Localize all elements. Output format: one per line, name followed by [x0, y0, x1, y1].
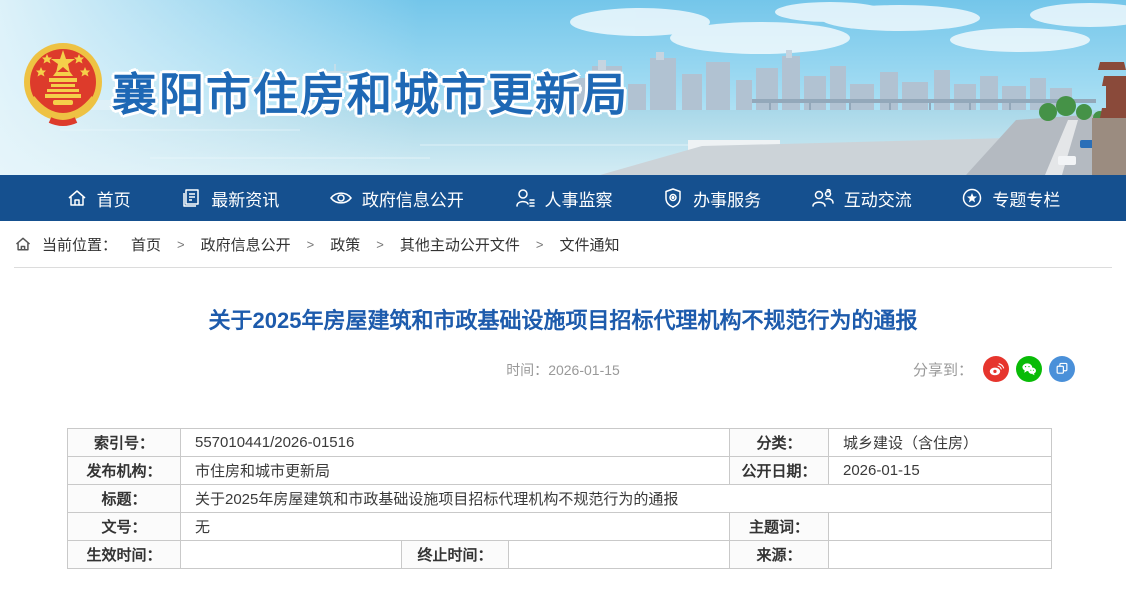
issuing-agency-label: 发布机构： — [68, 457, 181, 485]
effective-date-value — [181, 541, 402, 569]
shield-icon — [662, 187, 684, 209]
doc-title-value: 关于2025年房屋建筑和市政基础设施项目招标代理机构不规范行为的通报 — [181, 485, 1052, 513]
index-number-label: 索引号： — [68, 429, 181, 457]
end-date-value — [509, 541, 730, 569]
person-icon — [514, 187, 536, 209]
table-row: 发布机构： 市住房和城市更新局 公开日期： 2026-01-15 — [68, 457, 1052, 485]
source-value — [829, 541, 1052, 569]
share-box: 分享到： — [913, 356, 1075, 382]
breadcrumb-item-file-notice[interactable]: 文件通知 — [559, 234, 619, 255]
category-value: 城乡建设（含住房） — [829, 429, 1052, 457]
publish-date-label: 公开日期： — [730, 457, 829, 485]
national-emblem — [20, 36, 106, 136]
breadcrumb-bar: 当前位置： 首页 > 政府信息公开 > 政策 > 其他主动公开文件 > 文件通知 — [0, 221, 1126, 268]
category-label: 分类： — [730, 429, 829, 457]
star-circle-icon — [961, 187, 983, 209]
breadcrumb-item-gov-info[interactable]: 政府信息公开 — [201, 234, 291, 255]
table-row: 索引号： 557010441/2026-01516 分类： 城乡建设（含住房） — [68, 429, 1052, 457]
issuing-agency-value: 市住房和城市更新局 — [181, 457, 730, 485]
nav-item-personnel[interactable]: 人事监察 — [514, 186, 613, 211]
nav-item-gov-info[interactable]: 政府信息公开 — [329, 186, 464, 211]
eye-icon — [329, 187, 353, 209]
effective-date-label: 生效时间： — [68, 541, 181, 569]
home-icon — [14, 235, 32, 253]
nav-item-home[interactable]: 首页 — [66, 186, 131, 211]
nav-item-interaction[interactable]: 互动交流 — [811, 186, 912, 211]
doc-number-value: 无 — [181, 513, 730, 541]
table-row: 标题： 关于2025年房屋建筑和市政基础设施项目招标代理机构不规范行为的通报 — [68, 485, 1052, 513]
time-label: 时间： — [506, 362, 548, 378]
main-nav: 首页 最新资讯 政府信息公开 人事监察 办事服务 互动交流 专题专栏 — [0, 175, 1126, 221]
copy-link-share-icon[interactable] — [1049, 356, 1075, 382]
breadcrumb: 当前位置： 首页 > 政府信息公开 > 政策 > 其他主动公开文件 > 文件通知 — [14, 221, 1112, 268]
breadcrumb-item-home[interactable]: 首页 — [131, 234, 161, 255]
site-title: 襄阳市住房和城市更新局 — [112, 58, 629, 123]
publish-date-value: 2026-01-15 — [829, 457, 1052, 485]
time-value: 2026-01-15 — [548, 362, 620, 378]
index-number-value: 557010441/2026-01516 — [181, 429, 730, 457]
keywords-label: 主题词： — [730, 513, 829, 541]
weibo-share-icon[interactable] — [983, 356, 1009, 382]
share-label: 分享到： — [913, 359, 973, 380]
wechat-share-icon[interactable] — [1016, 356, 1042, 382]
breadcrumb-separator: > — [177, 237, 185, 252]
article-title: 关于2025年房屋建筑和市政基础设施项目招标代理机构不规范行为的通报 — [0, 303, 1126, 335]
breadcrumb-separator: > — [307, 237, 315, 252]
nav-item-special[interactable]: 专题专栏 — [961, 186, 1060, 211]
news-icon — [180, 187, 202, 209]
home-icon — [66, 187, 88, 209]
breadcrumb-separator: > — [536, 237, 544, 252]
doc-number-label: 文号： — [68, 513, 181, 541]
end-date-label: 终止时间： — [402, 541, 509, 569]
breadcrumb-prefix: 当前位置： — [42, 234, 117, 255]
source-label: 来源： — [730, 541, 829, 569]
site-banner: 襄阳市住房和城市更新局 — [0, 0, 1126, 175]
breadcrumb-item-policy[interactable]: 政策 — [330, 234, 360, 255]
nav-item-services[interactable]: 办事服务 — [662, 186, 761, 211]
people-chat-icon — [811, 187, 835, 209]
doc-title-label: 标题： — [68, 485, 181, 513]
article-meta: 时间：2026-01-15 分享到： — [0, 356, 1126, 384]
table-row: 生效时间： 终止时间： 来源： — [68, 541, 1052, 569]
table-row: 文号： 无 主题词： — [68, 513, 1052, 541]
breadcrumb-item-other-public-files[interactable]: 其他主动公开文件 — [400, 234, 520, 255]
keywords-value — [829, 513, 1052, 541]
nav-item-news[interactable]: 最新资讯 — [180, 186, 279, 211]
breadcrumb-separator: > — [376, 237, 384, 252]
document-info-table: 索引号： 557010441/2026-01516 分类： 城乡建设（含住房） … — [67, 428, 1052, 569]
